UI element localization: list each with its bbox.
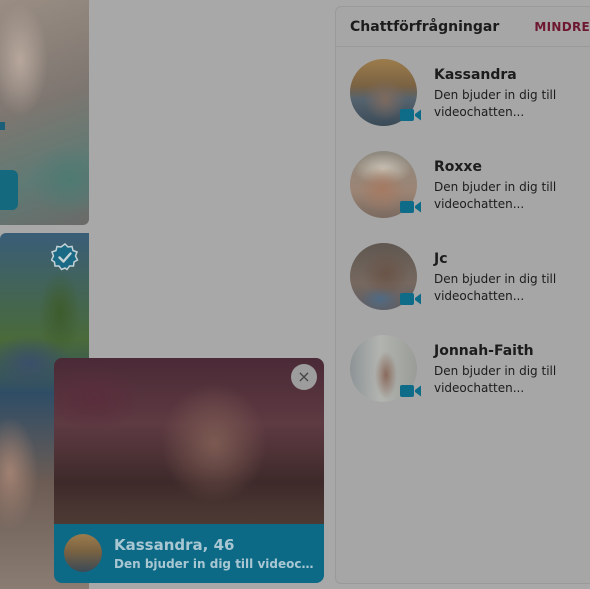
chat-request-item[interactable]: Jc Den bjuder in dig till videochatten..… <box>350 243 590 313</box>
chat-request-item[interactable]: Jonnah-Faith Den bjuder in dig till vide… <box>350 335 590 405</box>
video-camera-icon <box>400 201 421 213</box>
verified-badge-icon <box>51 243 79 271</box>
requester-name: Jc <box>434 251 448 267</box>
profile-card-1[interactable] <box>0 0 89 225</box>
requester-name: Kassandra <box>434 67 517 83</box>
chat-request-item[interactable]: Roxxe Den bjuder in dig till videochatte… <box>350 151 590 221</box>
close-icon[interactable]: × <box>291 364 317 390</box>
card-action-button[interactable] <box>0 170 18 210</box>
requester-name: Roxxe <box>434 159 482 175</box>
panel-header: Chattförfrågningar MINDRE <box>336 7 590 47</box>
request-message: Den bjuder in dig till videochatten... <box>434 88 557 119</box>
request-message: Den bjuder in dig till videochatten... <box>434 272 557 303</box>
video-camera-icon <box>400 293 421 305</box>
request-message: Den bjuder in dig till videochatten... <box>434 180 557 211</box>
chat-requests-panel: Chattförfrågningar MINDRE Kassandra Den … <box>335 6 590 584</box>
panel-title: Chattförfrågningar <box>350 18 500 35</box>
invite-message: Den bjuder in dig till videochatten... <box>114 557 314 571</box>
collapse-link[interactable]: MINDRE <box>534 20 590 34</box>
video-camera-icon <box>400 109 421 121</box>
incoming-video-popup[interactable]: × Kassandra, 46 Den bjuder in dig till v… <box>54 358 324 583</box>
video-camera-icon <box>400 385 421 397</box>
popup-info-bar[interactable]: Kassandra, 46 Den bjuder in dig till vid… <box>54 524 324 583</box>
request-message: Den bjuder in dig till videochatten... <box>434 364 557 395</box>
requester-name: Jonnah-Faith <box>434 343 534 359</box>
avatar <box>64 534 102 572</box>
chat-request-item[interactable]: Kassandra Den bjuder in dig till videoch… <box>350 59 590 129</box>
video-preview[interactable] <box>54 358 324 524</box>
caller-name-age: Kassandra, 46 <box>114 536 235 554</box>
card-indicator <box>0 122 5 130</box>
